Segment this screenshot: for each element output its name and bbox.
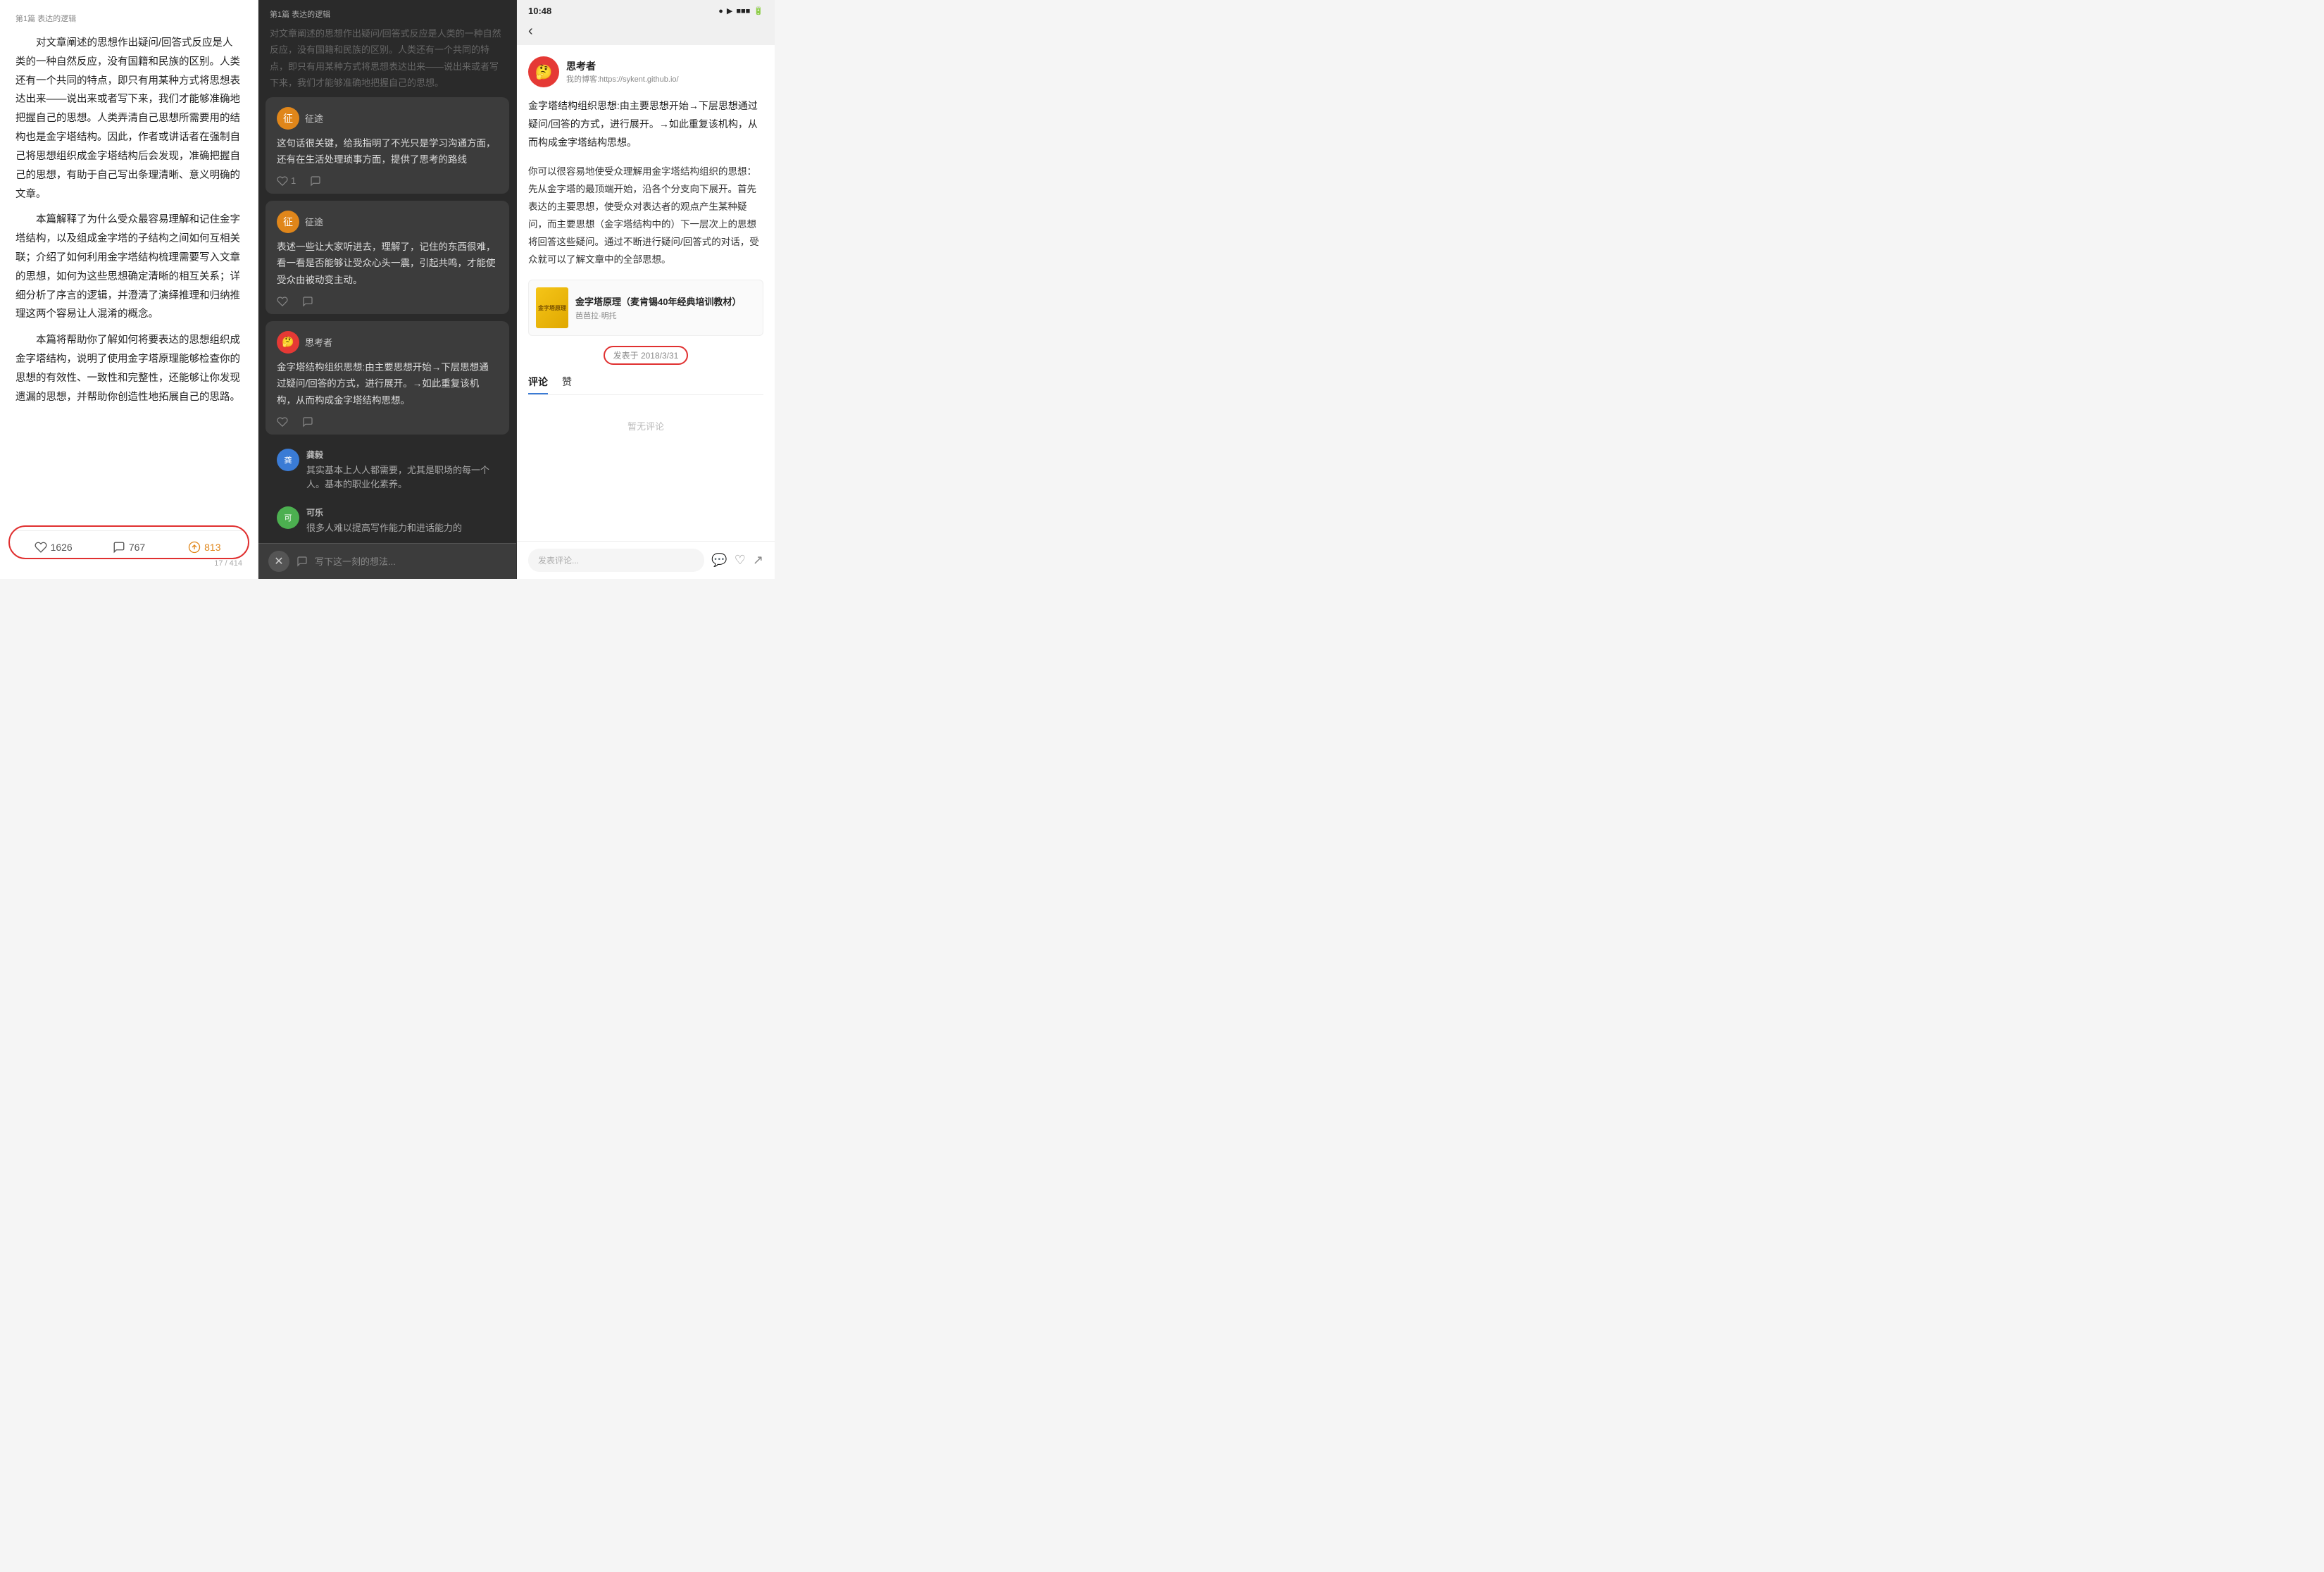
comment-actions-2: [277, 296, 498, 307]
comment-header-1: 征 征途: [277, 107, 498, 130]
comment-card-3: 🤔 思考者 金字塔结构组织思想:由主要思想开始→下层思想通过疑问/回答的方式，进…: [265, 321, 509, 435]
book-cover: 金字塔原理: [536, 287, 568, 328]
left-footer: 1626 767 813: [15, 530, 242, 554]
author-info: 思考者 我的博客:https://sykent.github.io/: [566, 59, 679, 85]
commenter-name-2: 征途: [305, 215, 323, 228]
author-avatar: 🤔: [528, 56, 559, 87]
book-title: 金字塔原理（麦肯锡40年经典培训教材）: [575, 294, 741, 308]
avatar-c2: 征: [277, 211, 299, 233]
status-bar: 10:48 ● ▶ ■■■ 🔋: [517, 0, 775, 19]
author-name: 思考者: [566, 59, 679, 73]
right-bottom-bar: 发表评论... 💬 ♡ ↗: [517, 541, 775, 579]
comment-like-1[interactable]: 1: [277, 175, 296, 187]
tab-comments[interactable]: 评论: [528, 375, 548, 394]
mid-input-bar: ✕ 写下这一刻的想法...: [258, 543, 516, 579]
like-count: 1626: [51, 542, 73, 553]
avatar-gongy: 龚: [277, 449, 299, 471]
right-nav: ‹: [517, 19, 775, 45]
comment-card-1: 征 征途 这句话很关键，给我指明了不光只是学习沟通方面，还有在生活处理琐事方面，…: [265, 97, 509, 194]
no-comment-text: 暂无评论: [528, 405, 763, 447]
bottom-comment-gongy: 龚 龚毅 其实基本上人人都需要，尤其是职场的每一个人。基本的职业化素养。: [265, 442, 509, 500]
book-info: 金字塔原理（麦肯锡40年经典培训教材） 芭芭拉·明托: [575, 294, 741, 321]
bottom-share-icon[interactable]: ↗: [753, 553, 763, 568]
comment-icon: [296, 556, 308, 567]
sub-note: 你可以很容易地使受众理解用金字塔结构组织的思想：先从金字塔的最顶端开始，沿各个分…: [528, 163, 763, 269]
battery-icon: 🔋: [754, 6, 763, 15]
publish-date: 发表于 2018/3/31: [604, 346, 689, 365]
book-card[interactable]: 金字塔原理 金字塔原理（麦肯锡40年经典培训教材） 芭芭拉·明托: [528, 280, 763, 336]
left-para-1: 对文章阐述的思想作出疑问/回答式反应是人类的一种自然反应，没有国籍和民族的区别。…: [15, 34, 242, 204]
publish-date-row: 发表于 2018/3/31: [528, 346, 763, 365]
tabs-row: 评论 赞: [528, 375, 763, 395]
mid-breadcrumb: 第1篇 表达的逻辑: [258, 0, 516, 25]
left-panel: 第1篇 表达的逻辑 对文章阐述的思想作出疑问/回答式反应是人类的一种自然反应，没…: [0, 0, 258, 579]
avatar-c1: 征: [277, 107, 299, 130]
gongy-text: 其实基本上人人都需要，尤其是职场的每一个人。基本的职业化素养。: [306, 463, 498, 493]
comment-like-count-1: 1: [291, 175, 296, 186]
bottom-comment-icon[interactable]: 💬: [711, 553, 727, 568]
right-panel: 10:48 ● ▶ ■■■ 🔋 ‹ 🤔 思考者 我的博客:https://syk…: [517, 0, 775, 579]
share-count: 813: [204, 542, 220, 553]
comment-header-2: 征 征途: [277, 211, 498, 233]
comment-reply-2[interactable]: [302, 296, 313, 307]
tab-likes[interactable]: 赞: [562, 375, 572, 394]
bottom-comment-kele: 可 可乐 很多人难以提高写作能力和进话能力的: [265, 499, 509, 543]
commenter-name-3: 思考者: [305, 335, 332, 349]
comment-reply-1[interactable]: [310, 175, 321, 187]
bottom-like-icon[interactable]: ♡: [735, 553, 746, 568]
comment-header-3: 🤔 思考者: [277, 331, 498, 354]
network-icon: ●: [718, 7, 723, 15]
left-para-2: 本篇解释了为什么受众最容易理解和记住金字塔结构，以及组成金字塔的子结构之间如何互…: [15, 211, 242, 324]
comment-action[interactable]: 767: [91, 541, 166, 554]
book-author: 芭芭拉·明托: [575, 310, 741, 321]
left-breadcrumb: 第1篇 表达的逻辑: [15, 13, 242, 24]
comment-text-3: 金字塔结构组织思想:由主要思想开始→下层思想通过疑问/回答的方式，进行展开。→如…: [277, 359, 498, 409]
comment-text-1: 这句话很关键，给我指明了不光只是学习沟通方面，还有在生活处理琐事方面，提供了思考…: [277, 135, 498, 168]
kele-text: 很多人难以提高写作能力和进话能力的: [306, 521, 462, 536]
back-button[interactable]: ‹: [528, 23, 533, 39]
left-para-3: 本篇将帮助你了解如何将要表达的思想组织成金字塔结构，说明了使用金字塔原理能够检查…: [15, 331, 242, 406]
page-indicator: 17 / 414: [15, 559, 242, 568]
share-action[interactable]: 813: [167, 541, 242, 554]
wifi-icon: ▶: [727, 6, 732, 15]
kele-name: 可乐: [306, 506, 462, 518]
comment-card-2: 征 征途 表述一些让大家听进去，理解了，记住的东西很难，看一看是否能够让受众心头…: [265, 201, 509, 314]
mid-bg-text: 对文章阐述的思想作出疑问/回答式反应是人类的一种自然反应，没有国籍和民族的区别。…: [265, 25, 509, 97]
avatar-kele: 可: [277, 506, 299, 529]
close-button[interactable]: ✕: [268, 551, 289, 572]
mid-panel: 第1篇 表达的逻辑 对文章阐述的思想作出疑问/回答式反应是人类的一种自然反应，没…: [258, 0, 517, 579]
left-body: 对文章阐述的思想作出疑问/回答式反应是人类的一种自然反应，没有国籍和民族的区别。…: [15, 34, 242, 523]
comment-like-3[interactable]: [277, 416, 288, 428]
author-row: 🤔 思考者 我的博客:https://sykent.github.io/: [528, 56, 763, 87]
author-blog: 我的博客:https://sykent.github.io/: [566, 73, 679, 85]
comment-like-2[interactable]: [277, 296, 288, 307]
signal-icon: ■■■: [736, 7, 750, 15]
commenter-name-1: 征途: [305, 111, 323, 125]
right-content: 🤔 思考者 我的博客:https://sykent.github.io/ 金字塔…: [517, 45, 775, 541]
comment-actions-3: [277, 416, 498, 428]
gongy-name: 龚毅: [306, 449, 498, 461]
mid-input-placeholder[interactable]: 写下这一刻的想法...: [315, 554, 506, 568]
comment-input[interactable]: 发表评论...: [528, 549, 704, 572]
mid-scroll-area[interactable]: 对文章阐述的思想作出疑问/回答式反应是人类的一种自然反应，没有国籍和民族的区别。…: [258, 25, 516, 543]
avatar-c3: 🤔: [277, 331, 299, 354]
main-note: 金字塔结构组织思想:由主要思想开始→下层思想通过疑问/回答的方式，进行展开。→如…: [528, 97, 763, 152]
comment-actions-1: 1: [277, 175, 498, 187]
status-time: 10:48: [528, 6, 551, 16]
status-icons: ● ▶ ■■■ 🔋: [718, 6, 763, 15]
like-action[interactable]: 1626: [15, 541, 91, 554]
comment-reply-3[interactable]: [302, 416, 313, 428]
comment-count: 767: [129, 542, 145, 553]
comment-text-2: 表述一些让大家听进去，理解了，记住的东西很难，看一看是否能够让受众心头一震，引起…: [277, 239, 498, 289]
